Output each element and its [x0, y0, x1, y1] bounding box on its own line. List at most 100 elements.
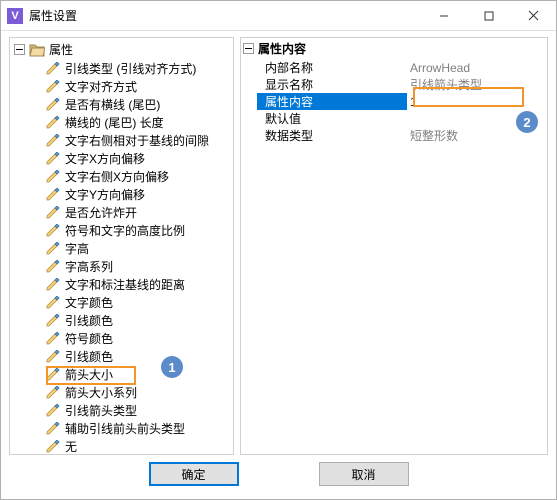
tree-item[interactable]: 文字Y方向偏移 — [12, 185, 233, 203]
tree-item[interactable]: 是否允许炸开 — [12, 203, 233, 221]
tree-panel: 属性 引线类型 (引线对齐方式)文字对齐方式是否有横线 (尾巴)横线的 (尾巴)… — [9, 37, 234, 455]
ok-button[interactable]: 确定 — [149, 462, 239, 486]
property-value-input[interactable] — [407, 93, 547, 110]
property-icon — [46, 278, 61, 291]
collapse-icon[interactable] — [243, 43, 254, 54]
property-panel-header: 属性内容 — [241, 38, 547, 59]
tree-item-label: 是否允许炸开 — [65, 204, 137, 221]
property-row[interactable]: 默认值 — [257, 110, 547, 127]
tree-item-label: 箭头大小系列 — [65, 384, 137, 401]
collapse-icon[interactable] — [14, 44, 25, 55]
tree-item[interactable]: 文字X方向偏移 — [12, 149, 233, 167]
tree-root-label: 属性 — [49, 41, 73, 58]
folder-icon — [29, 43, 45, 57]
property-icon — [46, 170, 61, 183]
tree-item-label: 无 — [65, 438, 77, 455]
maximize-button[interactable] — [466, 1, 511, 31]
tree-item[interactable]: 文字右侧X方向偏移 — [12, 167, 233, 185]
tree-item[interactable]: 文字对齐方式 — [12, 77, 233, 95]
property-icon — [46, 134, 61, 147]
tree-item-label: 箭头大小 — [65, 366, 113, 383]
tree-item-label: 横线的 (尾巴) 长度 — [65, 114, 164, 131]
window-controls — [421, 1, 556, 31]
property-icon — [46, 98, 61, 111]
tree-item[interactable]: 箭头大小 — [12, 365, 233, 383]
titlebar: V 属性设置 — [1, 1, 556, 31]
property-icon — [46, 152, 61, 165]
property-icon — [46, 116, 61, 129]
property-icon — [46, 440, 61, 453]
tree-item[interactable]: 引线颜色 — [12, 347, 233, 365]
property-icon — [46, 368, 61, 381]
tree-item-label: 文字颜色 — [65, 294, 113, 311]
property-row[interactable]: 显示名称引线箭头类型 — [257, 76, 547, 93]
tree-item[interactable]: 横线的 (尾巴) 长度 — [12, 113, 233, 131]
tree-item-label: 符号颜色 — [65, 330, 113, 347]
tree-item-label: 引线颜色 — [65, 312, 113, 329]
tree-item-label: 字高 — [65, 240, 89, 257]
property-label: 内部名称 — [257, 59, 407, 76]
tree-item-label: 辅助引线前头前头类型 — [65, 420, 185, 437]
property-grid: 内部名称ArrowHead显示名称引线箭头类型属性内容默认值数据类型短整形数 — [241, 59, 547, 144]
tree-item-label: 引线颜色 — [65, 348, 113, 365]
tree-item-label: 引线箭头类型 — [65, 402, 137, 419]
tree-item[interactable]: 符号和文字的高度比例 — [12, 221, 233, 239]
property-icon — [46, 224, 61, 237]
tree-item-label: 文字和标注基线的距离 — [65, 276, 185, 293]
tree-item-label: 文字右侧相对于基线的间隙 — [65, 132, 209, 149]
property-icon — [46, 386, 61, 399]
tree-item[interactable]: 辅助引线前头前头类型 — [12, 419, 233, 437]
tree-item-label: 文字对齐方式 — [65, 78, 137, 95]
property-label: 数据类型 — [257, 127, 407, 144]
property-label: 属性内容 — [257, 93, 407, 110]
property-value: 短整形数 — [407, 127, 547, 144]
tree-item[interactable]: 箭头大小系列 — [12, 383, 233, 401]
dialog-footer: 确定 取消 — [1, 455, 556, 499]
property-label: 显示名称 — [257, 76, 407, 93]
property-icon — [46, 404, 61, 417]
dialog-window: V 属性设置 属性 引线类型 (引线对齐方式)文字对齐方式是否有横线 — [0, 0, 557, 500]
property-icon — [46, 206, 61, 219]
tree-item-label: 符号和文字的高度比例 — [65, 222, 185, 239]
tree-item[interactable]: 文字右侧相对于基线的间隙 — [12, 131, 233, 149]
window-title: 属性设置 — [29, 7, 77, 24]
property-row[interactable]: 内部名称ArrowHead — [257, 59, 547, 76]
tree-item-label: 是否有横线 (尾巴) — [65, 96, 160, 113]
property-icon — [46, 188, 61, 201]
tree-item-label: 文字右侧X方向偏移 — [65, 168, 169, 185]
tree-item[interactable]: 字高 — [12, 239, 233, 257]
tree-item-label: 字高系列 — [65, 258, 113, 275]
property-icon — [46, 80, 61, 93]
property-tree[interactable]: 属性 引线类型 (引线对齐方式)文字对齐方式是否有横线 (尾巴)横线的 (尾巴)… — [10, 38, 233, 454]
tree-item[interactable]: 是否有横线 (尾巴) — [12, 95, 233, 113]
minimize-button[interactable] — [421, 1, 466, 31]
cancel-button[interactable]: 取消 — [319, 462, 409, 486]
property-icon — [46, 242, 61, 255]
tree-root-node[interactable]: 属性 — [12, 40, 233, 59]
property-icon — [46, 296, 61, 309]
property-icon — [46, 62, 61, 75]
tree-item-label: 文字Y方向偏移 — [65, 186, 145, 203]
property-panel: 属性内容 内部名称ArrowHead显示名称引线箭头类型属性内容默认值数据类型短… — [240, 37, 548, 455]
property-row[interactable]: 数据类型短整形数 — [257, 127, 547, 144]
tree-item[interactable]: 无 — [12, 437, 233, 454]
property-value: ArrowHead — [407, 61, 547, 75]
property-icon — [46, 260, 61, 273]
property-panel-title: 属性内容 — [258, 40, 306, 57]
tree-item[interactable]: 引线颜色 — [12, 311, 233, 329]
tree-item[interactable]: 文字和标注基线的距离 — [12, 275, 233, 293]
close-button[interactable] — [511, 1, 556, 31]
tree-item[interactable]: 字高系列 — [12, 257, 233, 275]
property-row[interactable]: 属性内容 — [257, 93, 547, 110]
tree-item[interactable]: 符号颜色 — [12, 329, 233, 347]
property-icon — [46, 332, 61, 345]
tree-item[interactable]: 文字颜色 — [12, 293, 233, 311]
property-icon — [46, 422, 61, 435]
property-value: 引线箭头类型 — [407, 76, 547, 93]
tree-item[interactable]: 引线箭头类型 — [12, 401, 233, 419]
property-icon — [46, 314, 61, 327]
property-label: 默认值 — [257, 110, 407, 127]
tree-item[interactable]: 引线类型 (引线对齐方式) — [12, 59, 233, 77]
app-icon: V — [7, 8, 23, 24]
dialog-body: 属性 引线类型 (引线对齐方式)文字对齐方式是否有横线 (尾巴)横线的 (尾巴)… — [1, 31, 556, 455]
